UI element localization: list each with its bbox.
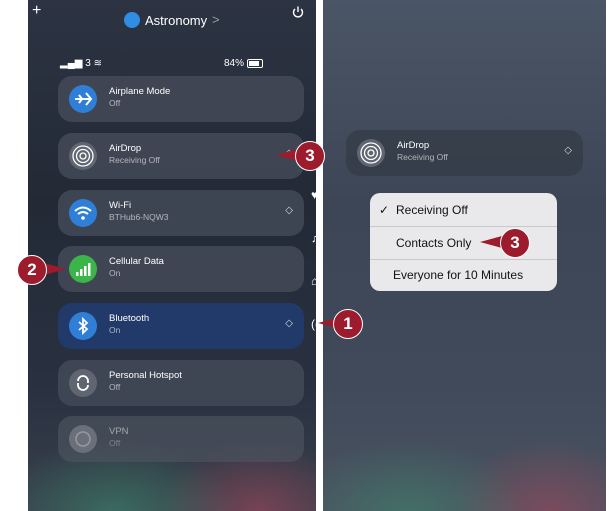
cellular-data-title: Cellular Data [109, 256, 164, 267]
vpn-title: VPN [109, 426, 129, 437]
airplane-mode-toggle[interactable]: Airplane Mode Off [58, 76, 304, 122]
callout-3-left: 3 [295, 141, 325, 171]
menu-item-label: Contacts Only [396, 236, 472, 250]
chevron-right-icon: > [212, 12, 220, 27]
airdrop-status: Receiving Off [397, 152, 448, 162]
airdrop-title: AirDrop [397, 140, 430, 151]
airplane-mode-title: Airplane Mode [109, 86, 171, 97]
add-icon[interactable]: + [32, 2, 41, 20]
signal-strength: ▂▄▆ 3 ≋ [60, 58, 102, 69]
power-icon[interactable] [292, 6, 304, 18]
bluetooth-toggle[interactable]: Bluetooth On ◇ [58, 303, 304, 349]
location-title[interactable]: Astronomy [145, 13, 207, 28]
chevron-expand-icon[interactable]: ◇ [285, 205, 293, 216]
callout-arrow [480, 236, 502, 248]
wifi-icon [69, 199, 97, 227]
menu-item-label: Everyone for 10 Minutes [393, 268, 524, 282]
battery-status: 84% [224, 58, 264, 69]
airplane-icon [69, 85, 97, 113]
chevron-expand-icon[interactable]: ◇ [564, 145, 572, 156]
menu-item-label: Receiving Off [396, 203, 468, 217]
callout-arrow [44, 263, 66, 275]
signal-label: 3 [85, 58, 91, 69]
bluetooth-icon [69, 312, 97, 340]
airdrop-toggle[interactable]: AirDrop Receiving Off ◇ [58, 133, 304, 179]
menu-item-receiving-off[interactable]: ✓ Receiving Off [370, 194, 557, 226]
vpn-toggle[interactable]: VPN Off [58, 416, 304, 462]
callout-2: 2 [17, 255, 47, 285]
wifi-toggle[interactable]: Wi-Fi BTHub6-NQW3 ◇ [58, 190, 304, 236]
airdrop-title: AirDrop [109, 143, 142, 154]
personal-hotspot-toggle[interactable]: Personal Hotspot Off [58, 360, 304, 406]
callout-3-right: 3 [500, 228, 530, 258]
home-icon[interactable]: ⌂ [311, 274, 316, 288]
cellular-data-toggle[interactable]: Cellular Data On [58, 246, 304, 292]
battery-percent: 84% [224, 58, 245, 69]
airdrop-toggle-expanded[interactable]: AirDrop Receiving Off ◇ [346, 130, 583, 176]
cellular-data-status: On [109, 268, 121, 278]
hotspot-icon [69, 369, 97, 397]
vpn-status: Off [109, 438, 121, 448]
connectivity-icon[interactable]: ((•)) [311, 317, 316, 331]
airdrop-icon [357, 139, 385, 167]
heart-icon[interactable]: ♥ [311, 188, 316, 202]
bluetooth-status: On [109, 325, 121, 335]
personal-hotspot-status: Off [109, 382, 121, 392]
control-center-left: + Astronomy > ▂▄▆ 3 ≋ 84% Airplane Mode … [28, 0, 316, 511]
airplane-mode-status: Off [109, 98, 121, 108]
bluetooth-title: Bluetooth [109, 313, 150, 324]
menu-item-everyone[interactable]: Everyone for 10 Minutes [370, 259, 557, 291]
airdrop-status: Receiving Off [109, 155, 160, 165]
music-icon[interactable]: ♫ [311, 231, 316, 245]
battery-icon [247, 58, 264, 68]
chevron-expand-icon[interactable]: ◇ [285, 318, 293, 329]
location-icon [124, 12, 140, 28]
checkmark-icon: ✓ [379, 203, 390, 217]
wifi-title: Wi-Fi [109, 200, 132, 211]
cellular-icon [69, 255, 97, 283]
wifi-network: BTHub6-NQW3 [109, 212, 169, 222]
airdrop-icon [69, 142, 97, 170]
callout-1: 1 [333, 309, 363, 339]
personal-hotspot-title: Personal Hotspot [109, 370, 182, 381]
vpn-icon [69, 425, 97, 453]
